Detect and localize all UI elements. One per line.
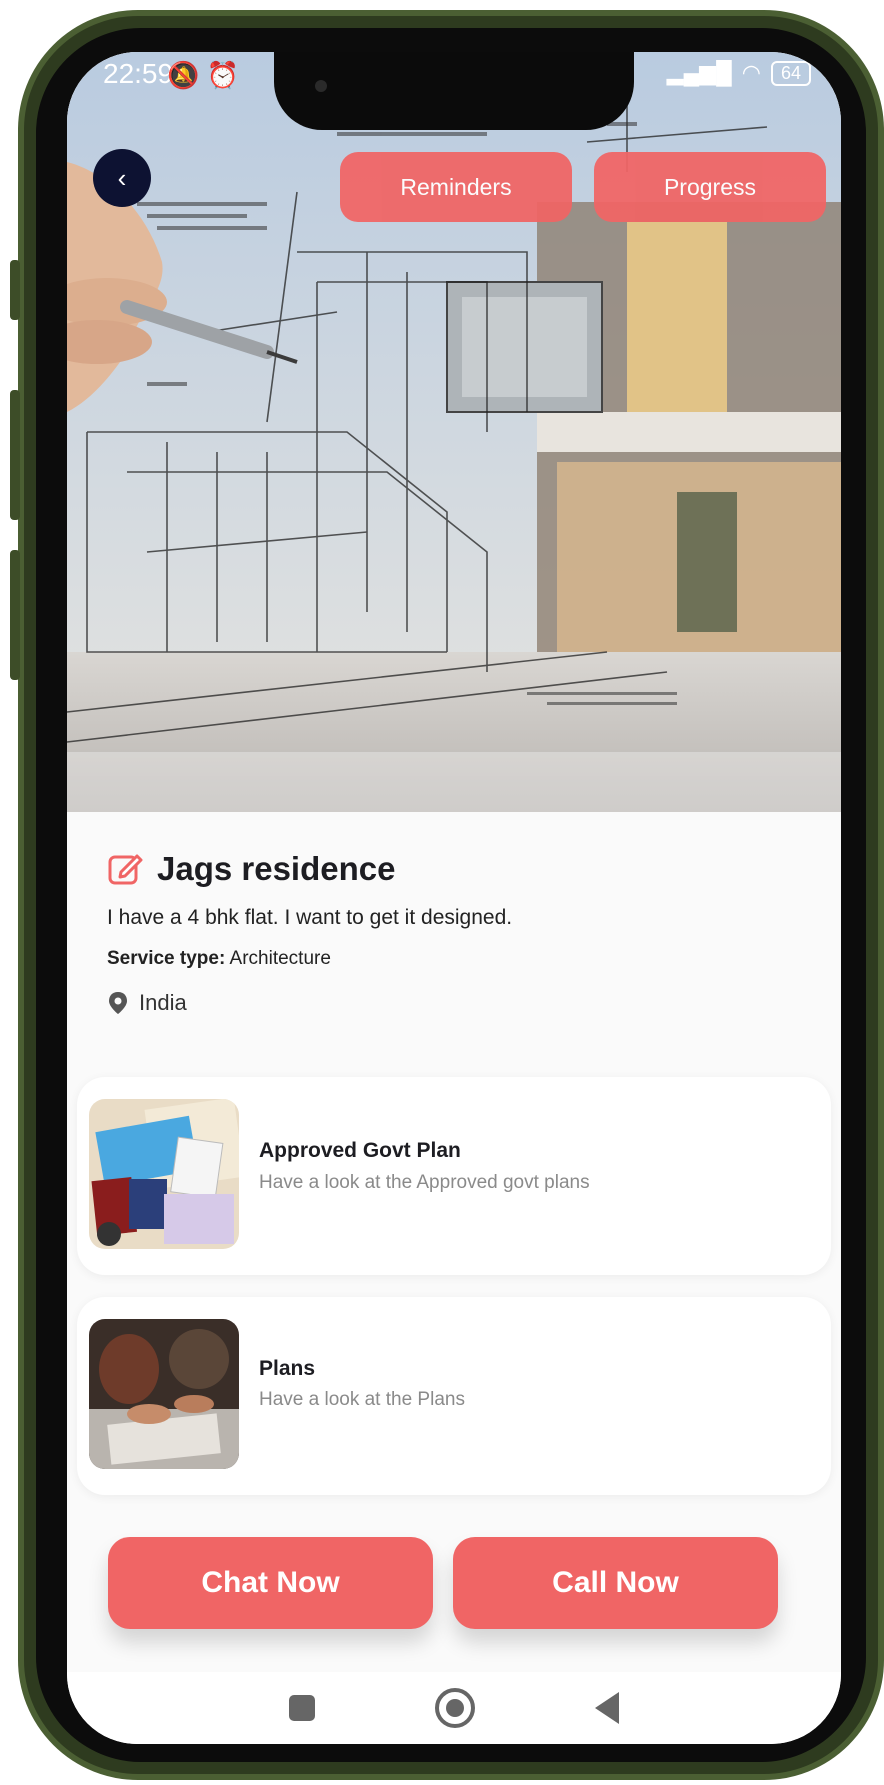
project-description: I have a 4 bhk flat. I want to get it de… <box>107 906 513 929</box>
project-location: India <box>107 990 801 1016</box>
battery-icon: 64 <box>770 60 811 86</box>
document-card-plans[interactable]: Plans Have a look at the Plans <box>77 1297 831 1495</box>
status-time: 22:59 <box>103 58 174 89</box>
chat-now-button[interactable]: Chat Now <box>108 1537 433 1629</box>
home-icon[interactable] <box>435 1688 475 1728</box>
reminders-button[interactable]: Reminders <box>340 152 572 222</box>
location-pin-icon <box>109 992 127 1014</box>
volume-up-button <box>10 390 20 520</box>
service-type-value: Architecture <box>229 948 331 969</box>
document-subtitle: Have a look at the Approved govt plans <box>259 1172 590 1193</box>
project-title: Jags residence <box>157 850 396 887</box>
progress-button[interactable]: Progress <box>594 152 826 222</box>
call-now-button[interactable]: Call Now <box>453 1537 778 1629</box>
plans-thumbnail <box>89 1319 239 1469</box>
document-subtitle: Have a look at the Plans <box>259 1389 465 1410</box>
project-details: Jags residence I have a 4 bhk flat. I wa… <box>67 812 841 1016</box>
mute-switch <box>10 260 20 320</box>
front-camera <box>315 80 327 92</box>
app-screen: 22:59 🔕 ⏰ ▂▄▆█ ◠ 64 ‹ Reminders Progress… <box>67 52 841 1744</box>
volume-down-button <box>10 550 20 680</box>
document-title: Plans <box>259 1357 316 1380</box>
signal-icon: ▂▄▆█ <box>666 60 732 85</box>
edit-icon[interactable] <box>107 850 145 888</box>
project-hero-image: 22:59 🔕 ⏰ ▂▄▆█ ◠ 64 ‹ Reminders Progress <box>67 52 841 812</box>
documents-thumbnail <box>89 1099 239 1249</box>
wifi-icon: ◠ <box>741 60 761 85</box>
back-button[interactable]: ‹ <box>93 149 151 207</box>
service-type: Service type: Architecture <box>107 948 801 970</box>
service-type-label: Service type: <box>107 948 226 969</box>
phone-notch <box>274 52 634 130</box>
document-title: Approved Govt Plan <box>259 1139 461 1162</box>
project-title-row: Jags residence <box>107 850 801 888</box>
chevron-left-icon: ‹ <box>117 162 127 193</box>
location-text: India <box>139 990 187 1015</box>
system-navigation-bar <box>67 1672 841 1744</box>
back-triangle-icon[interactable] <box>595 1692 619 1724</box>
status-notification-icons: 🔕 ⏰ <box>167 60 239 90</box>
recent-apps-icon[interactable] <box>289 1695 315 1721</box>
status-system-icons: ▂▄▆█ ◠ 64 <box>667 60 811 86</box>
document-card-approved-govt-plan[interactable]: Approved Govt Plan Have a look at the Ap… <box>77 1077 831 1275</box>
